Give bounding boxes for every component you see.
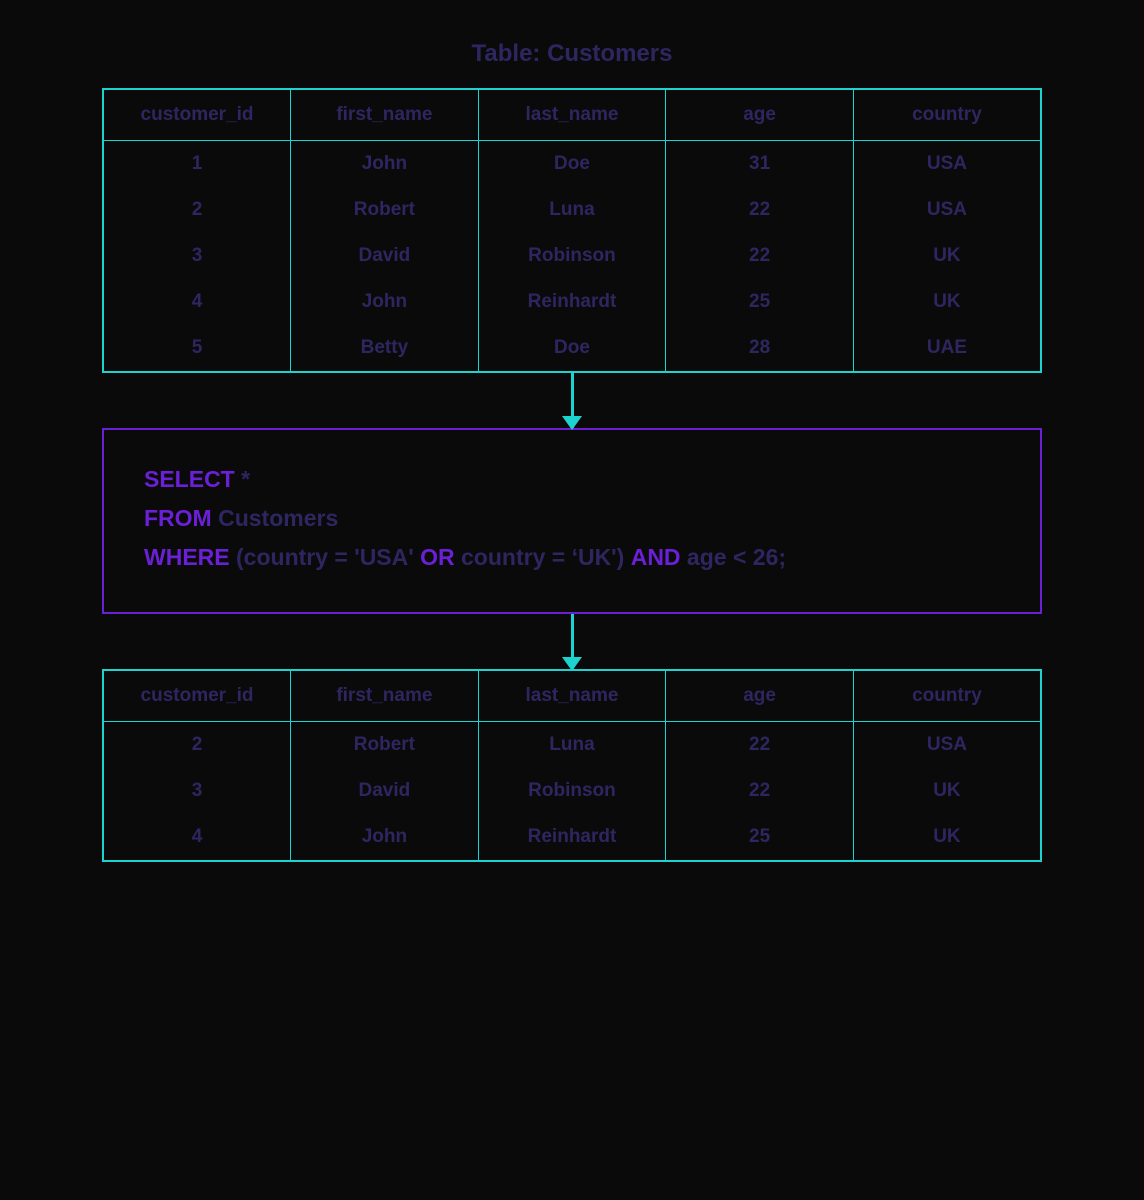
table-cell: David [291,768,479,814]
arrow-down-icon [571,373,574,428]
column-header: last_name [478,89,666,141]
table-row: 1JohnDoe31USA [103,141,1041,188]
table-cell: 22 [666,722,854,769]
sql-text: country = ‘UK') [455,544,631,570]
table-cell: USA [853,141,1041,188]
table-row: 3DavidRobinson22UK [103,768,1041,814]
sql-keyword: OR [420,544,455,570]
table-cell: John [291,814,479,861]
column-header: age [666,670,854,722]
table-row: 5BettyDoe28UAE [103,325,1041,372]
table-cell: 2 [103,722,291,769]
table-cell: 4 [103,279,291,325]
column-header: first_name [291,89,479,141]
table-cell: Robert [291,187,479,233]
sql-keyword: SELECT [144,466,235,492]
table-row: 3DavidRobinson22UK [103,233,1041,279]
table-cell: 4 [103,814,291,861]
table-cell: Doe [478,325,666,372]
column-header: customer_id [103,89,291,141]
sql-text: Customers [212,505,339,531]
column-header: first_name [291,670,479,722]
sql-keyword: AND [631,544,681,570]
table-cell: Luna [478,187,666,233]
table-cell: Betty [291,325,479,372]
sql-text: (country = 'USA' [230,544,421,570]
table-cell: UAE [853,325,1041,372]
sql-query-box: SELECT * FROM Customers WHERE (country =… [102,428,1042,614]
table-cell: 2 [103,187,291,233]
source-table: customer_idfirst_namelast_nameagecountry… [102,88,1042,373]
sql-text: age < 26; [681,544,786,570]
column-header: customer_id [103,670,291,722]
result-table: customer_idfirst_namelast_nameagecountry… [102,669,1042,862]
table-cell: Reinhardt [478,279,666,325]
table-cell: 3 [103,768,291,814]
table-cell: Robinson [478,233,666,279]
table-cell: USA [853,187,1041,233]
table-cell: UK [853,814,1041,861]
column-header: last_name [478,670,666,722]
arrow-down-icon [571,614,574,669]
diagram-title: Table: Customers [472,40,673,68]
table-row: 4JohnReinhardt25UK [103,814,1041,861]
table-cell: UK [853,768,1041,814]
table-cell: 22 [666,233,854,279]
table-cell: Luna [478,722,666,769]
table-cell: Robinson [478,768,666,814]
table-cell: Reinhardt [478,814,666,861]
table-cell: UK [853,279,1041,325]
table-cell: 5 [103,325,291,372]
column-header: country [853,670,1041,722]
sql-keyword: WHERE [144,544,230,570]
sql-keyword: FROM [144,505,212,531]
table-cell: 3 [103,233,291,279]
table-cell: 25 [666,279,854,325]
column-header: country [853,89,1041,141]
table-cell: 25 [666,814,854,861]
table-cell: 22 [666,768,854,814]
table-cell: 31 [666,141,854,188]
table-cell: USA [853,722,1041,769]
table-cell: Robert [291,722,479,769]
table-cell: 1 [103,141,291,188]
column-header: age [666,89,854,141]
table-cell: UK [853,233,1041,279]
table-cell: 28 [666,325,854,372]
table-cell: John [291,279,479,325]
table-cell: 22 [666,187,854,233]
table-row: 2RobertLuna22USA [103,187,1041,233]
table-cell: David [291,233,479,279]
table-cell: Doe [478,141,666,188]
table-row: 2RobertLuna22USA [103,722,1041,769]
table-cell: John [291,141,479,188]
table-row: 4JohnReinhardt25UK [103,279,1041,325]
sql-text: * [235,466,250,492]
